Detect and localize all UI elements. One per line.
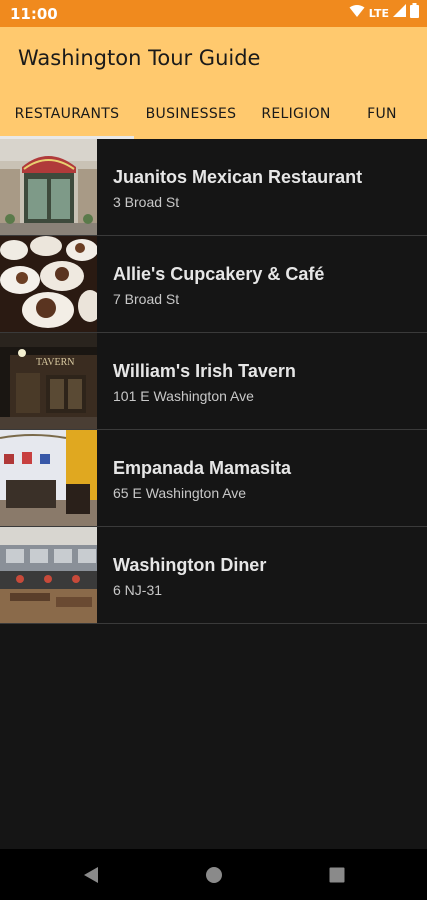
tavern-sign-text: TAVERN xyxy=(36,357,74,368)
places-list: Juanitos Mexican Restaurant 3 Broad St A… xyxy=(0,139,427,624)
place-address: 6 NJ-31 xyxy=(113,582,163,598)
network-type: LTE xyxy=(368,6,389,20)
place-name: Washington Diner xyxy=(113,555,267,575)
status-time: 11:00 xyxy=(10,5,58,23)
battery-icon xyxy=(410,3,419,23)
recents-icon[interactable] xyxy=(324,862,350,888)
app-title: Washington Tour Guide xyxy=(18,46,261,70)
tab-businesses[interactable]: BUSINESSES xyxy=(134,94,248,134)
list-item[interactable]: Juanitos Mexican Restaurant 3 Broad St xyxy=(0,139,427,236)
place-thumbnail xyxy=(0,139,97,235)
list-item[interactable]: Empanada Mamasita 65 E Washington Ave xyxy=(0,430,427,527)
tab-religion[interactable]: RELIGION xyxy=(248,94,344,134)
place-thumbnail xyxy=(0,236,97,332)
signal-icon xyxy=(393,4,406,22)
place-address: 101 E Washington Ave xyxy=(113,388,254,404)
wifi-icon xyxy=(349,4,365,23)
place-name: William's Irish Tavern xyxy=(113,361,296,381)
status-icons: LTE xyxy=(349,3,419,23)
place-thumbnail: TAVERN xyxy=(0,333,97,429)
list-item[interactable]: Allie's Cupcakery & Café 7 Broad St xyxy=(0,236,427,333)
tab-fun[interactable]: FUN xyxy=(344,94,420,134)
home-icon[interactable] xyxy=(201,862,227,888)
place-address: 3 Broad St xyxy=(113,194,180,210)
place-name: Juanitos Mexican Restaurant xyxy=(113,167,363,187)
place-address: 7 Broad St xyxy=(113,291,180,307)
app-bar: Washington Tour Guide RESTAURANTS BUSINE… xyxy=(0,27,427,139)
list-item[interactable]: TAVERN William's Irish Tavern 101 E Wash… xyxy=(0,333,427,430)
place-address: 65 E Washington Ave xyxy=(113,485,247,501)
tab-restaurants[interactable]: RESTAURANTS xyxy=(0,94,134,134)
category-tabs: RESTAURANTS BUSINESSES RELIGION FUN xyxy=(0,94,427,134)
list-item[interactable]: Washington Diner 6 NJ-31 xyxy=(0,527,427,624)
place-thumbnail xyxy=(0,430,97,526)
navigation-bar xyxy=(0,849,427,900)
status-bar: 11:00 LTE xyxy=(0,0,427,27)
place-thumbnail xyxy=(0,527,97,623)
place-name: Empanada Mamasita xyxy=(113,458,292,478)
back-icon[interactable] xyxy=(78,862,104,888)
place-name: Allie's Cupcakery & Café xyxy=(113,264,325,284)
